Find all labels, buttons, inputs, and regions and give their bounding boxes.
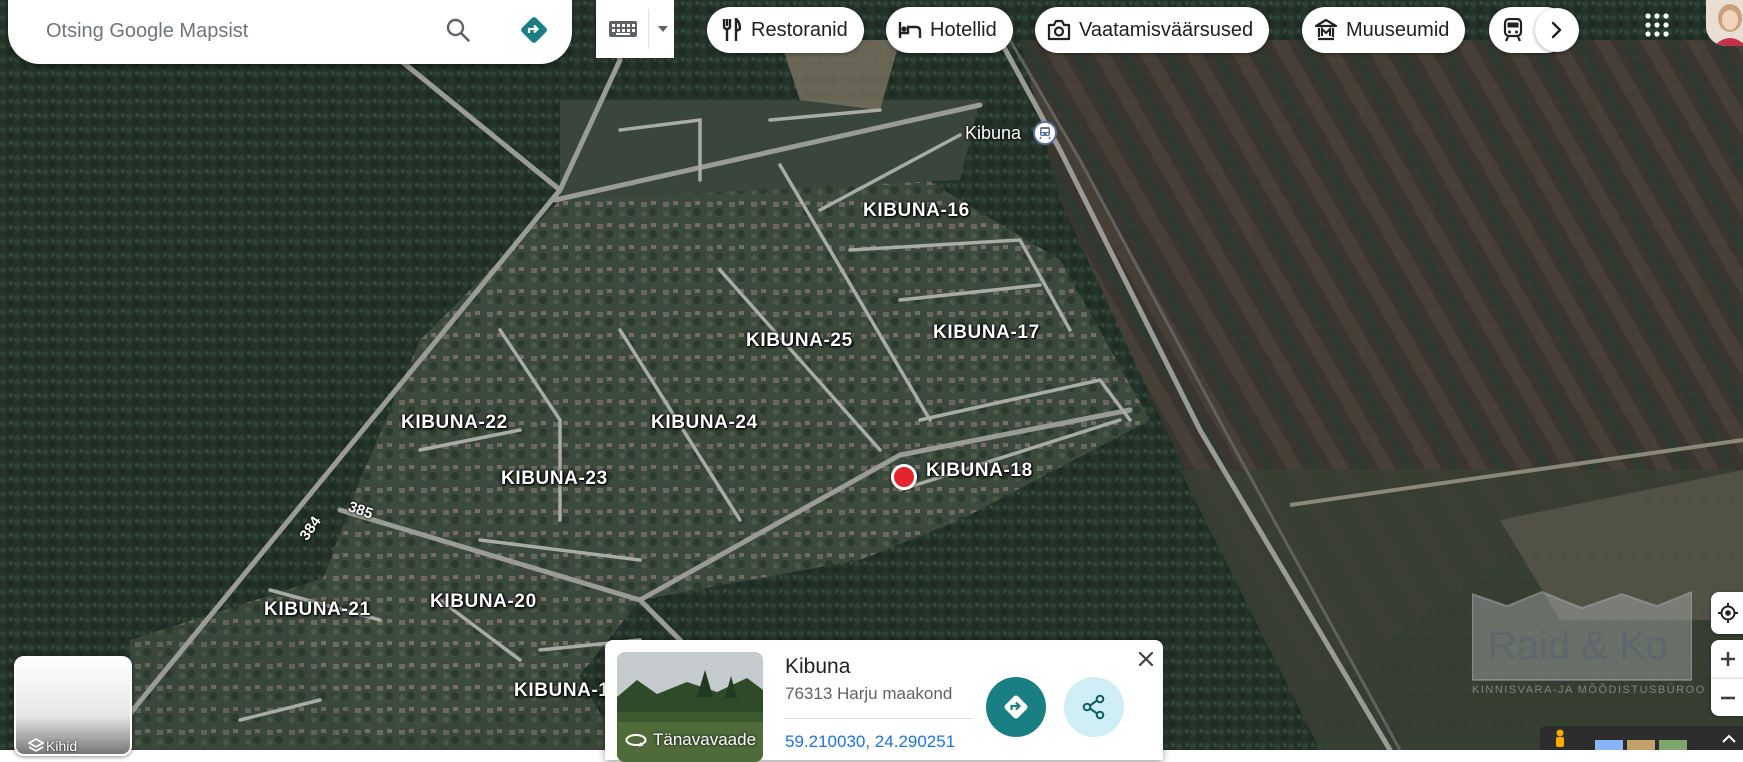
minus-icon: [1721, 696, 1735, 699]
zoom-out-button[interactable]: [1711, 678, 1743, 716]
thumbnail-1[interactable]: [1595, 740, 1623, 750]
streetview-label[interactable]: Tänavavaade: [625, 730, 756, 750]
card-directions-button[interactable]: [986, 677, 1046, 737]
layers-button[interactable]: Kihid: [14, 656, 132, 756]
hotel-icon: [898, 18, 922, 42]
google-apps-button[interactable]: [1640, 8, 1674, 42]
directions-icon: [1004, 695, 1028, 719]
area-label-kibuna-20[interactable]: KIBUNA-20: [430, 591, 537, 613]
search-button[interactable]: [438, 10, 478, 50]
area-label-kibuna-24[interactable]: KIBUNA-24: [651, 412, 758, 434]
area-label-kibuna-21[interactable]: KIBUNA-21: [264, 599, 371, 621]
chips-next-button[interactable]: [1535, 8, 1579, 52]
place-coordinates[interactable]: 59.210030, 24.290251: [785, 732, 955, 752]
area-label-kibuna-25[interactable]: KIBUNA-25: [746, 330, 853, 352]
chevron-down-icon[interactable]: [657, 25, 669, 33]
station-label[interactable]: Kibuna: [965, 123, 1021, 144]
keyboard-icon: [609, 21, 637, 37]
streetview-thumbnail[interactable]: Tänavavaade: [617, 652, 763, 762]
camera-icon: [1047, 18, 1071, 42]
area-label-kibuna-18[interactable]: KIBUNA-18: [926, 460, 1033, 482]
avatar-image: [1706, 0, 1743, 46]
chip-hotels[interactable]: Hotellid: [886, 7, 1013, 53]
my-location-button[interactable]: [1711, 592, 1743, 634]
chip-restaurants-label: Restoranid: [751, 18, 848, 41]
selected-location-pin[interactable]: [891, 464, 917, 490]
pegman-icon[interactable]: [1552, 728, 1568, 750]
area-label-kibuna-23[interactable]: KIBUNA-23: [501, 468, 608, 490]
chip-museums[interactable]: Muuseumid: [1302, 7, 1466, 53]
thumbnail-2[interactable]: [1627, 740, 1655, 750]
bottom-thumbnails: [1595, 740, 1691, 750]
chip-museums-label: Muuseumid: [1346, 18, 1450, 41]
chip-hotels-label: Hotellid: [930, 18, 997, 41]
train-icon: [1501, 18, 1525, 42]
search-input[interactable]: [44, 14, 408, 48]
watermark-text: Raid & Ko: [1488, 624, 1669, 668]
area-label-kibuna-22[interactable]: KIBUNA-22: [401, 412, 508, 434]
museum-icon: [1314, 18, 1338, 42]
train-station-icon[interactable]: [1033, 121, 1057, 145]
restaurant-icon: [719, 18, 743, 42]
chip-attractions[interactable]: Vaatamisväärsused: [1035, 7, 1270, 53]
card-close-button[interactable]: [1133, 646, 1159, 672]
input-tools-button[interactable]: [596, 0, 674, 58]
directions-icon: [521, 17, 547, 43]
close-icon: [1138, 651, 1154, 667]
zoom-in-button[interactable]: [1711, 640, 1743, 678]
chevron-up-icon[interactable]: [1720, 730, 1738, 748]
card-divider: [785, 718, 973, 719]
chip-restaurants[interactable]: Restoranid: [707, 7, 864, 53]
streetview-360-icon: [625, 734, 647, 747]
place-address: 76313 Harju maakond: [785, 684, 953, 703]
plus-icon: [1721, 652, 1735, 666]
streetview-label-text: Tänavavaade: [653, 730, 757, 749]
chevron-right-icon: [1551, 21, 1562, 39]
map-canvas[interactable]: Kibuna KIBUNA-16 KIBUNA-17 KIBUNA-25 KIB…: [0, 0, 1743, 750]
search-icon: [446, 18, 470, 42]
search-box: [8, 0, 572, 64]
card-share-button[interactable]: [1064, 677, 1124, 737]
watermark: Raid & Ko KINNISVARA-JA MÕÕDISTUSBÜROO: [1472, 588, 1704, 700]
area-label-kibuna-partial[interactable]: KIBUNA-1: [514, 680, 610, 702]
directions-button[interactable]: [514, 10, 554, 50]
place-title: Kibuna: [785, 655, 851, 678]
layers-label: Kihid: [46, 738, 78, 754]
chip-attractions-label: Vaatamisväärsused: [1079, 18, 1254, 41]
bottom-bar: [1540, 726, 1743, 750]
area-label-kibuna-17[interactable]: KIBUNA-17: [933, 322, 1040, 344]
locate-icon: [1718, 603, 1738, 623]
apps-grid-icon: [1645, 13, 1669, 37]
area-label-kibuna-16[interactable]: KIBUNA-16: [863, 200, 970, 222]
account-avatar[interactable]: [1706, 0, 1743, 46]
thumbnail-3[interactable]: [1659, 740, 1687, 750]
share-icon: [1082, 694, 1105, 720]
layers-icon: [28, 738, 44, 752]
place-info-card: Tänavavaade Kibuna 76313 Harju maakond 5…: [605, 640, 1163, 762]
watermark-subtitle: KINNISVARA-JA MÕÕDISTUSBÜROO: [1472, 684, 1706, 696]
